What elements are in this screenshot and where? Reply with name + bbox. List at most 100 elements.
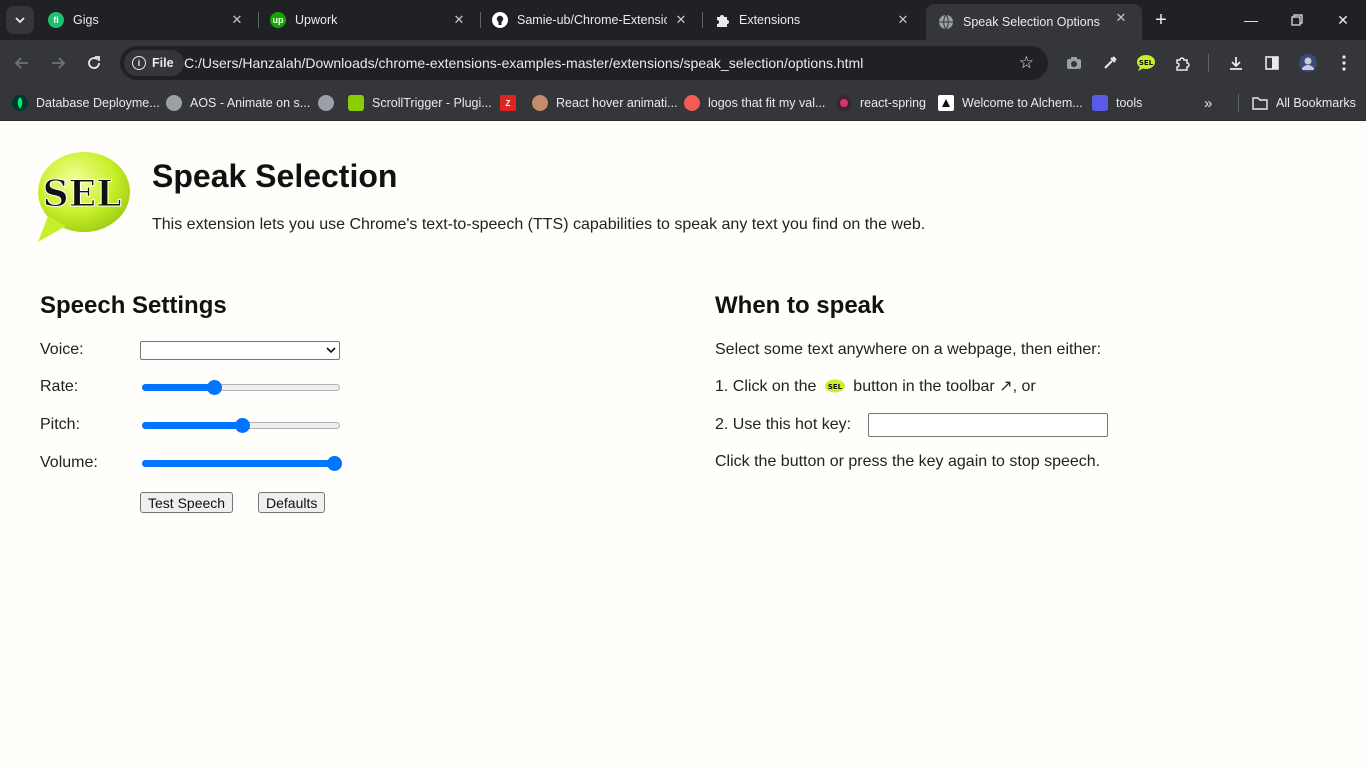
tab-github[interactable]: Samie-ub/Chrome-Extension ✕ xyxy=(480,6,702,34)
chevron-down-icon xyxy=(326,347,336,354)
bookmark-star-icon[interactable]: ☆ xyxy=(1019,53,1034,73)
voice-label: Voice: xyxy=(40,341,84,358)
pitch-slider[interactable] xyxy=(142,417,342,433)
all-bookmarks-button[interactable]: All Bookmarks xyxy=(1252,93,1356,113)
tab-label: Speak Selection Options xyxy=(963,15,1100,29)
globe-icon xyxy=(318,95,334,111)
bookmark-item[interactable]: React hover animati... xyxy=(532,93,678,113)
bookmark-label: ScrollTrigger - Plugi... xyxy=(372,96,492,110)
dot-logo-icon xyxy=(684,95,700,111)
mongodb-leaf-icon xyxy=(12,95,28,111)
close-icon[interactable]: ✕ xyxy=(672,11,690,29)
speak-selection-extension-icon[interactable]: SEL xyxy=(1134,51,1158,75)
tab-search-button[interactable] xyxy=(6,6,34,34)
slider-thumb[interactable] xyxy=(234,418,250,433)
chevron-down-icon xyxy=(15,17,25,24)
bookmark-item[interactable]: tools xyxy=(1092,93,1142,113)
bookmark-item[interactable]: Welcome to Alchem... xyxy=(938,93,1083,113)
page-description: This extension lets you use Chrome's tex… xyxy=(152,216,926,233)
site-info-label: File xyxy=(152,56,174,70)
eyedropper-icon[interactable] xyxy=(1098,51,1122,75)
bookmark-label: react-spring xyxy=(860,96,926,110)
when-to-speak-heading: When to speak xyxy=(715,292,885,319)
side-panel-icon[interactable] xyxy=(1260,51,1284,75)
rate-label: Rate: xyxy=(40,378,79,395)
bookmarks-overflow-chevron-icon[interactable]: » xyxy=(1204,93,1212,113)
tab-speak-selection-options[interactable]: Speak Selection Options ✕ xyxy=(926,4,1142,40)
instructions-outro: Click the button or press the key again … xyxy=(715,453,1101,470)
arrow-right-icon xyxy=(52,57,66,69)
tab-label: Gigs xyxy=(73,13,99,27)
instruction-step-1: 1. Click on the SEL button in the toolba… xyxy=(715,376,1036,396)
slider-thumb[interactable] xyxy=(206,380,222,395)
forward-button[interactable] xyxy=(46,51,70,75)
voice-select[interactable] xyxy=(140,341,340,360)
url-text[interactable]: C:/Users/Hanzalah/Downloads/chrome-exten… xyxy=(184,55,863,71)
address-bar[interactable]: i File C:/Users/Hanzalah/Downloads/chrom… xyxy=(120,46,1048,80)
bookmark-item[interactable]: ScrollTrigger - Plugi... xyxy=(348,93,492,113)
close-window-button[interactable]: ✕ xyxy=(1320,0,1366,40)
fiverr-icon: fi xyxy=(48,12,64,28)
defaults-button[interactable]: Defaults xyxy=(258,492,326,513)
camera-icon[interactable] xyxy=(1062,51,1086,75)
github-icon xyxy=(492,12,508,28)
close-icon[interactable]: ✕ xyxy=(228,11,246,29)
tab-upwork[interactable]: up Upwork ✕ xyxy=(258,6,480,34)
bookmark-item[interactable]: AOS - Animate on s... xyxy=(166,93,310,113)
step1-suffix: button in the toolbar ↗, or xyxy=(853,378,1036,395)
restore-icon xyxy=(1291,14,1303,26)
speak-selection-inline-icon: SEL xyxy=(824,379,845,393)
hotkey-label: 2. Use this hot key: xyxy=(715,416,852,433)
info-icon: i xyxy=(132,56,146,70)
profile-avatar[interactable] xyxy=(1296,51,1320,75)
tab-strip: fi Gigs ✕ up Upwork ✕ Samie-ub/Chrome-Ex… xyxy=(0,0,1366,40)
bookmark-item[interactable]: logos that fit my val... xyxy=(684,93,825,113)
tools-icon xyxy=(1092,95,1108,111)
bookmark-label: Database Deployme... xyxy=(36,96,160,110)
extensions-puzzle-icon[interactable] xyxy=(1170,51,1194,75)
test-speech-button[interactable]: Test Speech xyxy=(140,492,234,513)
bookmark-item[interactable]: Z xyxy=(500,93,516,113)
back-button[interactable] xyxy=(10,51,34,75)
close-icon[interactable]: ✕ xyxy=(1112,9,1130,27)
bookmark-label: AOS - Animate on s... xyxy=(190,96,311,110)
browser-toolbar: i File C:/Users/Hanzalah/Downloads/chrom… xyxy=(0,40,1366,86)
close-icon[interactable]: ✕ xyxy=(450,11,468,29)
alchemy-triangle-icon xyxy=(938,95,954,111)
bookmark-item[interactable]: Database Deployme... xyxy=(12,93,160,113)
tab-gigs[interactable]: fi Gigs ✕ xyxy=(36,6,258,34)
new-tab-button[interactable]: + xyxy=(1150,9,1172,31)
page-title: Speak Selection xyxy=(152,158,398,194)
site-info-chip[interactable]: i File xyxy=(124,50,184,76)
puzzle-icon xyxy=(714,12,730,28)
tab-label: Extensions xyxy=(739,13,801,27)
bookmark-label: logos that fit my val... xyxy=(708,96,826,110)
bookmark-label: Welcome to Alchem... xyxy=(962,96,1083,110)
close-icon[interactable]: ✕ xyxy=(894,11,912,29)
bookmark-item[interactable] xyxy=(318,93,334,113)
download-icon[interactable] xyxy=(1224,51,1248,75)
bookmark-item[interactable]: react-spring xyxy=(836,93,926,113)
svg-text:SEL: SEL xyxy=(43,173,122,215)
tab-extensions[interactable]: Extensions ✕ xyxy=(702,6,924,34)
hotkey-input[interactable] xyxy=(868,413,1108,437)
volume-label: Volume: xyxy=(40,454,98,471)
upwork-icon: up xyxy=(270,12,286,28)
all-bookmarks-label: All Bookmarks xyxy=(1276,96,1356,110)
restore-button[interactable] xyxy=(1274,0,1320,40)
volume-slider[interactable] xyxy=(142,455,342,471)
speech-settings-heading: Speech Settings xyxy=(40,292,227,319)
rate-slider[interactable] xyxy=(142,379,342,395)
slider-thumb[interactable] xyxy=(327,456,342,471)
instructions-intro: Select some text anywhere on a webpage, … xyxy=(715,341,1102,358)
reload-button[interactable] xyxy=(82,51,106,75)
bookmark-label: React hover animati... xyxy=(556,96,678,110)
folder-icon xyxy=(1252,97,1268,110)
speak-selection-logo: SEL xyxy=(30,150,134,246)
globe-icon xyxy=(166,95,182,111)
minimize-button[interactable]: — xyxy=(1228,0,1274,40)
z-logo-icon: Z xyxy=(500,95,516,111)
svg-text:SEL: SEL xyxy=(1139,59,1154,67)
avatar-icon xyxy=(532,95,548,111)
kebab-menu-icon[interactable] xyxy=(1332,51,1356,75)
